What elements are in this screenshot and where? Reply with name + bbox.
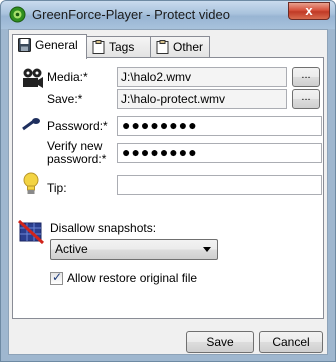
title-bar[interactable]: GreenForce-Player - Protect video x: [1, 1, 335, 29]
client-area: General Tags Other Media:* J:\halo2.wmv …: [8, 29, 328, 355]
checkmark-icon: ✓: [52, 270, 63, 284]
tip-label: Tip:: [47, 181, 67, 195]
disallow-snapshots-value: Active: [55, 242, 88, 256]
disallow-snapshots-select[interactable]: Active: [50, 239, 218, 260]
clipboard-icon: [92, 40, 105, 54]
allow-restore-checkbox[interactable]: ✓: [50, 270, 63, 285]
password-label: Password:*: [47, 119, 108, 133]
password-field[interactable]: ●●●●●●●●: [117, 116, 322, 136]
no-snapshot-icon: [18, 220, 44, 244]
window-title: GreenForce-Player - Protect video: [32, 7, 230, 22]
save-browse-button[interactable]: ...: [292, 89, 320, 109]
lightbulb-icon: [23, 172, 39, 194]
tab-tags[interactable]: Tags: [86, 36, 151, 58]
dialog-window: GreenForce-Player - Protect video x Gene…: [0, 0, 336, 362]
close-button[interactable]: x: [288, 2, 330, 20]
media-field[interactable]: J:\halo2.wmv: [117, 67, 287, 87]
tab-general[interactable]: General: [12, 34, 87, 59]
verify-label-line1: Verify new: [47, 139, 103, 153]
tip-field[interactable]: [117, 175, 322, 195]
film-camera-icon: [23, 68, 43, 88]
key-icon: [22, 118, 40, 131]
clipboard-icon: [156, 40, 169, 54]
disallow-snapshots-label: Disallow snapshots:: [50, 221, 157, 235]
save-button[interactable]: Save: [186, 331, 254, 353]
verify-password-field[interactable]: ●●●●●●●●: [117, 143, 322, 163]
save-field[interactable]: J:\halo-protect.wmv: [117, 89, 287, 109]
chevron-down-icon: [203, 247, 211, 252]
cancel-button[interactable]: Cancel: [259, 331, 323, 353]
verify-label-line2: password:*: [47, 152, 107, 166]
tab-tags-label: Tags: [109, 40, 135, 54]
allow-restore-label: Allow restore original file: [67, 271, 198, 285]
tab-other-label: Other: [173, 40, 204, 54]
tab-general-label: General: [35, 38, 78, 52]
greenforce-logo-icon: [9, 6, 26, 23]
save-disk-icon: [18, 38, 31, 52]
media-browse-button[interactable]: ...: [292, 67, 320, 87]
save-label: Save:*: [47, 92, 83, 106]
media-label: Media:*: [47, 70, 88, 84]
tab-other[interactable]: Other: [150, 36, 210, 58]
general-tab-panel: Media:* J:\halo2.wmv ... Save:* J:\halo-…: [12, 57, 324, 319]
